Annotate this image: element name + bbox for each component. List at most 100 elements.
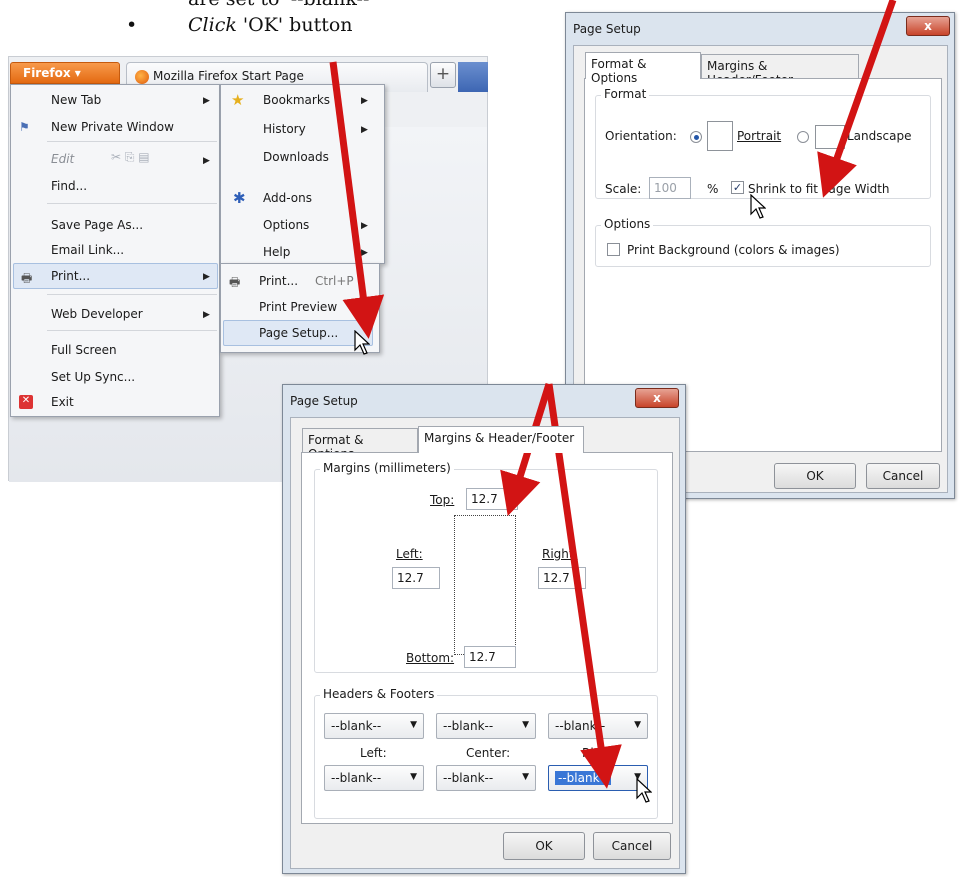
header-center-select[interactable]: --blank-- ▼ <box>436 713 536 739</box>
options-group-label: Options <box>601 217 654 231</box>
header-right-select[interactable]: --blank-- ▼ <box>548 713 648 739</box>
tab-panel: Margins (millimeters) Top: 12.7 Left: 12… <box>301 452 673 824</box>
submenu-page-setup[interactable]: Page Setup... <box>259 326 338 340</box>
menu-exit[interactable]: Exit <box>51 395 74 409</box>
header-right-value: --blank-- <box>555 719 606 733</box>
menu-email-link[interactable]: Email Link... <box>51 243 124 257</box>
mouse-cursor-icon <box>636 778 652 803</box>
submenu-print-preview[interactable]: Print Preview <box>259 300 337 314</box>
new-tab-button[interactable]: + <box>430 62 456 88</box>
print-shortcut: Ctrl+P <box>315 274 354 288</box>
menu-new-tab[interactable]: New Tab <box>51 93 101 107</box>
top-margin-input[interactable]: 12.7 <box>466 488 518 510</box>
page-setup-dialog-margins: Page Setup x Format & Options Margins & … <box>282 384 686 874</box>
menu-edit[interactable]: Edit <box>51 152 74 166</box>
footer-left-select[interactable]: --blank-- ▼ <box>324 765 424 791</box>
tab-format-options[interactable]: Format & Options <box>585 52 701 85</box>
bookmarks-star-icon: ★ <box>231 91 245 109</box>
submenu-print[interactable]: Print... <box>259 274 298 288</box>
edit-tools-icon: ✂ ⎘ ▤ <box>111 150 150 164</box>
right-label-text: Right: <box>542 547 578 561</box>
close-icon[interactable]: x <box>635 388 679 408</box>
col-right-label: Right: <box>582 746 618 760</box>
margin-preview <box>454 515 516 655</box>
menu-print[interactable]: Print... <box>51 269 90 283</box>
print-background-label[interactable]: Print Background (colors & images) <box>627 243 840 257</box>
exit-icon: ✕ <box>19 395 33 409</box>
menu-save-page-as[interactable]: Save Page As... <box>51 218 143 232</box>
menu-set-up-sync[interactable]: Set Up Sync... <box>51 370 135 384</box>
menu-add-ons[interactable]: Add-ons <box>263 191 312 205</box>
header-left-value: --blank-- <box>331 719 382 733</box>
instruction-verb: Click <box>188 14 237 36</box>
scale-input[interactable]: 100 <box>649 177 691 199</box>
cancel-button[interactable]: Cancel <box>866 463 940 489</box>
menu-history[interactable]: History <box>263 122 306 136</box>
menu-separator <box>47 203 217 204</box>
footer-left-value: --blank-- <box>331 771 382 785</box>
shrink-checkbox[interactable]: ✓ <box>731 181 744 194</box>
footer-right-value: --blank-- <box>555 771 612 785</box>
footer-center-value: --blank-- <box>443 771 494 785</box>
menu-new-private-window[interactable]: New Private Window <box>51 120 174 134</box>
tab-margins-header-footer[interactable]: Margins & Header/Footer <box>701 54 859 87</box>
chevron-down-icon: ▼ <box>410 772 417 782</box>
menu-web-developer[interactable]: Web Developer <box>51 307 143 321</box>
chevron-down-icon: ▼ <box>522 772 529 782</box>
firefox-menu-button[interactable]: Firefox ▾ <box>10 62 120 84</box>
format-group-label: Format <box>601 87 650 101</box>
chevron-down-icon: ▼ <box>410 720 417 730</box>
landscape-label[interactable]: Landscape <box>847 129 911 143</box>
menu-separator <box>47 330 217 331</box>
menu-options[interactable]: Options <box>263 218 309 232</box>
submenu-arrow-icon: ▶ <box>203 310 210 320</box>
submenu-arrow-icon: ▶ <box>203 156 210 166</box>
submenu-arrow-icon: ▶ <box>361 248 368 258</box>
submenu-arrow-icon: ▶ <box>361 221 368 231</box>
menu-downloads[interactable]: Downloads <box>263 150 329 164</box>
private-window-icon: ⚑ <box>19 120 30 134</box>
menu-separator <box>47 294 217 295</box>
ok-button[interactable]: OK <box>774 463 856 489</box>
tab-margins-header-footer[interactable]: Margins & Header/Footer <box>418 426 584 453</box>
menu-highlight <box>13 263 218 289</box>
chevron-down-icon: ▼ <box>522 720 529 730</box>
tab-format-options[interactable]: Format & Options <box>302 428 418 461</box>
left-margin-input[interactable]: 12.7 <box>392 567 440 589</box>
menu-find[interactable]: Find... <box>51 179 87 193</box>
orientation-label: Orientation: <box>605 129 677 143</box>
mouse-cursor-icon <box>354 330 370 355</box>
bottom-label: Bottom: <box>406 651 455 665</box>
portrait-label[interactable]: Portrait <box>737 129 781 143</box>
portrait-radio[interactable] <box>690 131 702 143</box>
top-label: Top: <box>430 493 455 507</box>
header-center-value: --blank-- <box>443 719 494 733</box>
scale-label: Scale: <box>605 182 642 196</box>
menu-bookmarks[interactable]: Bookmarks <box>263 93 330 107</box>
submenu-arrow-icon: ▶ <box>361 125 368 135</box>
ok-button[interactable]: OK <box>503 832 585 860</box>
menu-help[interactable]: Help <box>263 245 290 259</box>
bottom-margin-input[interactable]: 12.7 <box>464 646 516 668</box>
cancel-button[interactable]: Cancel <box>593 832 671 860</box>
footer-center-select[interactable]: --blank-- ▼ <box>436 765 536 791</box>
portrait-page-icon <box>707 121 733 151</box>
footer-right-select[interactable]: --blank-- ▼ <box>548 765 648 791</box>
menu-full-screen[interactable]: Full Screen <box>51 343 117 357</box>
shrink-label[interactable]: Shrink to fit Page Width <box>748 182 890 196</box>
headers-footers-group-label: Headers & Footers <box>320 687 438 701</box>
right-margin-input[interactable]: 12.7 <box>538 567 586 589</box>
menu-separator <box>47 141 217 142</box>
close-icon[interactable]: x <box>906 16 950 36</box>
submenu-arrow-icon: ▶ <box>361 96 368 106</box>
margins-group-label: Margins (millimeters) <box>320 461 454 475</box>
tab-title: Mozilla Firefox Start Page <box>153 69 304 83</box>
toolbar-strip <box>458 62 488 92</box>
landscape-radio[interactable] <box>797 131 809 143</box>
instruction-rest: 'OK' button <box>242 14 353 36</box>
print-background-checkbox[interactable] <box>607 243 620 256</box>
landscape-page-icon <box>815 125 845 149</box>
header-left-select[interactable]: --blank-- ▼ <box>324 713 424 739</box>
percent-label: % <box>707 182 719 196</box>
firefox-icon <box>135 69 149 84</box>
